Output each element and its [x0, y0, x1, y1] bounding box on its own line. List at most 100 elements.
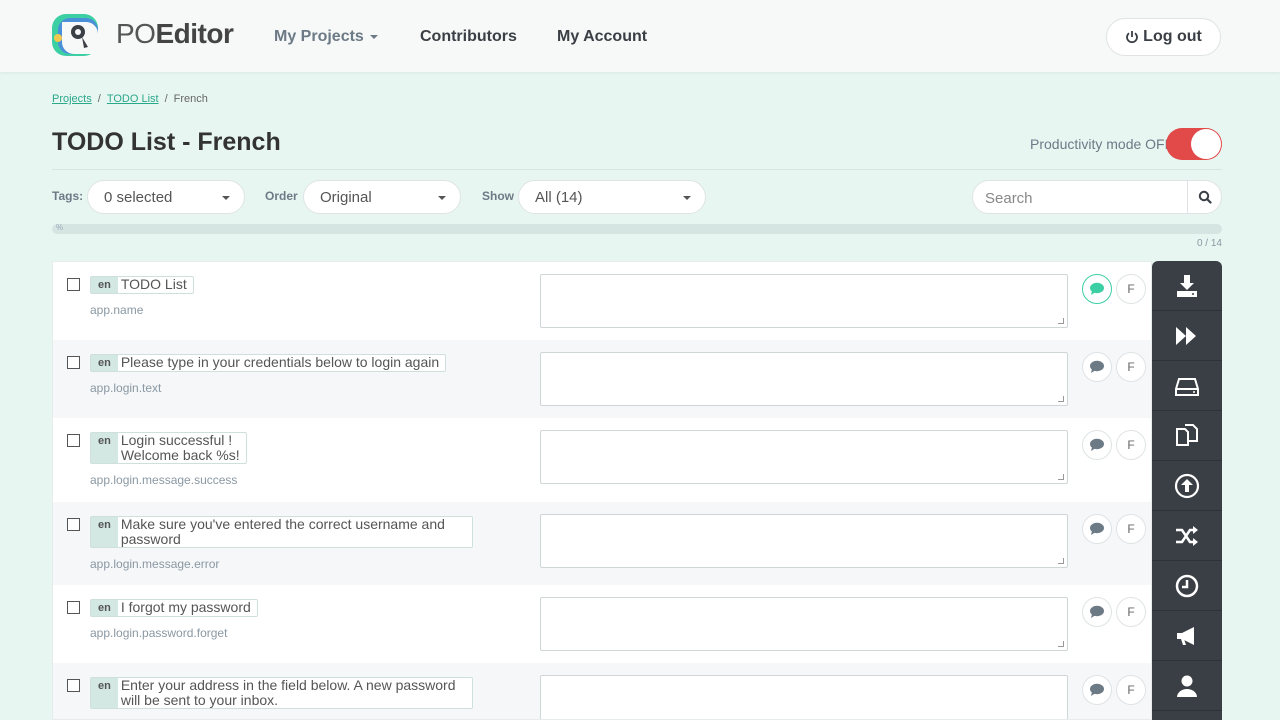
comment-button[interactable]	[1082, 514, 1112, 544]
term-select-checkbox[interactable]	[67, 278, 80, 291]
chevron-down-icon	[369, 34, 378, 39]
term-select-checkbox[interactable]	[67, 679, 80, 692]
progress-count: 0 / 14	[1196, 238, 1222, 249]
rail-button-megaphone[interactable]	[1152, 611, 1222, 661]
resize-grip-icon[interactable]	[1058, 558, 1064, 564]
term-key: app.login.message.success	[90, 473, 238, 487]
comment-button[interactable]	[1082, 675, 1112, 705]
fast-forward-icon	[1176, 326, 1196, 345]
source-term: en Make sure you've entered the correct u…	[90, 516, 473, 548]
term-select-checkbox[interactable]	[67, 434, 80, 447]
chevron-down-icon	[683, 196, 691, 200]
source-text: Enter your address in the field below. A…	[120, 677, 456, 708]
resize-grip-icon[interactable]	[1058, 641, 1064, 647]
nav-my-account[interactable]: My Account	[557, 28, 647, 46]
translation-textarea[interactable]	[540, 274, 1068, 328]
resize-grip-icon[interactable]	[1058, 474, 1064, 480]
fuzzy-button[interactable]: F	[1116, 514, 1146, 544]
comment-button[interactable]	[1082, 430, 1112, 460]
fuzzy-button[interactable]: F	[1116, 675, 1146, 705]
nav-my-projects[interactable]: My Projects	[274, 28, 378, 46]
brand-name[interactable]: POEditor	[116, 18, 234, 50]
rail-button-user[interactable]	[1152, 661, 1222, 711]
term-key: app.login.message.error	[90, 557, 220, 571]
fuzzy-button[interactable]: F	[1116, 274, 1146, 304]
language-badge: en	[91, 600, 118, 616]
search-button[interactable]	[1187, 181, 1221, 213]
term-list: en TODO List app.name Fen Please type in you…	[52, 261, 1152, 720]
rail-button-copy[interactable]	[1152, 411, 1222, 461]
tags-label: Tags:	[52, 189, 84, 203]
chevron-down-icon	[222, 196, 230, 200]
productivity-mode-toggle[interactable]	[1166, 128, 1222, 160]
term-key: app.name	[90, 303, 144, 317]
term-row: en Please type in your credentials below …	[53, 340, 1151, 418]
term-key: app.login.text	[90, 381, 162, 395]
rail-button-shuffle[interactable]	[1152, 511, 1222, 561]
rail-button-history[interactable]	[1152, 561, 1222, 611]
comment-button[interactable]	[1082, 274, 1112, 304]
breadcrumb: Projects / TODO List / French	[52, 93, 208, 105]
breadcrumb-separator: /	[97, 93, 101, 105]
term-select-checkbox[interactable]	[67, 601, 80, 614]
search-icon	[1198, 190, 1212, 204]
term-key: app.login.password.forget	[90, 626, 228, 640]
tags-select[interactable]: 0 selected	[87, 180, 245, 214]
history-icon	[1175, 574, 1199, 597]
term-row: en TODO List app.name F	[53, 262, 1151, 340]
divider	[52, 169, 1222, 170]
term-row: en Make sure you've entered the correct u…	[53, 502, 1151, 585]
translation-textarea[interactable]	[540, 352, 1068, 406]
poeditor-logo-icon[interactable]	[52, 14, 104, 56]
source-term: en I forgot my password	[90, 599, 258, 617]
source-text: Please type in your credentials below to…	[120, 354, 440, 370]
rail-button-download[interactable]	[1152, 261, 1222, 311]
comment-icon	[1090, 522, 1104, 535]
translation-textarea[interactable]	[540, 514, 1068, 568]
resize-grip-icon[interactable]	[1058, 318, 1064, 324]
search-input[interactable]	[985, 188, 1185, 208]
rail-button-upload[interactable]	[1152, 461, 1222, 511]
download-icon	[1177, 274, 1197, 297]
source-term: en Login successful ! Welcome back %s!	[90, 432, 247, 464]
term-select-checkbox[interactable]	[67, 356, 80, 369]
fuzzy-button[interactable]: F	[1116, 430, 1146, 460]
breadcrumb-projects[interactable]: Projects	[52, 93, 92, 105]
comment-button[interactable]	[1082, 597, 1112, 627]
source-text: Login successful ! Welcome back %s!	[120, 432, 240, 463]
fuzzy-button[interactable]: F	[1116, 597, 1146, 627]
chevron-down-icon	[438, 196, 446, 200]
source-term: en Enter your address in the field below.…	[90, 677, 473, 709]
term-row: en Login successful ! Welcome back %s! app.…	[53, 418, 1151, 502]
language-badge: en	[91, 678, 118, 708]
top-navbar: POEditor My Projects Contributors My Acc…	[0, 0, 1280, 72]
comment-icon	[1090, 282, 1104, 295]
translation-textarea[interactable]	[540, 430, 1068, 484]
language-badge: en	[91, 517, 118, 547]
nav-my-projects-label: My Projects	[274, 28, 364, 45]
term-select-checkbox[interactable]	[67, 518, 80, 531]
shuffle-icon	[1176, 525, 1198, 546]
nav-contributors[interactable]: Contributors	[420, 28, 517, 46]
breadcrumb-current: French	[173, 93, 208, 105]
logout-label: Log out	[1143, 28, 1202, 45]
rail-button-drive[interactable]	[1152, 361, 1222, 411]
resize-grip-icon[interactable]	[1058, 396, 1064, 402]
progress-bar: %	[52, 224, 1222, 234]
comment-button[interactable]	[1082, 352, 1112, 382]
source-text: TODO List	[120, 276, 187, 292]
language-badge: en	[91, 433, 118, 463]
translation-textarea[interactable]	[540, 675, 1068, 719]
fuzzy-button[interactable]: F	[1116, 352, 1146, 382]
show-select[interactable]: All (14)	[518, 180, 706, 214]
order-label: Order	[265, 189, 298, 203]
show-label: Show	[482, 189, 514, 203]
translation-textarea[interactable]	[540, 597, 1068, 651]
breadcrumb-list[interactable]: TODO List	[107, 93, 159, 105]
order-select[interactable]: Original	[303, 180, 461, 214]
show-select-value: All (14)	[535, 189, 583, 206]
action-rail	[1152, 261, 1222, 720]
logout-button[interactable]: Log out	[1106, 18, 1221, 56]
rail-button-fast-forward[interactable]	[1152, 311, 1222, 361]
comment-icon	[1090, 360, 1104, 373]
